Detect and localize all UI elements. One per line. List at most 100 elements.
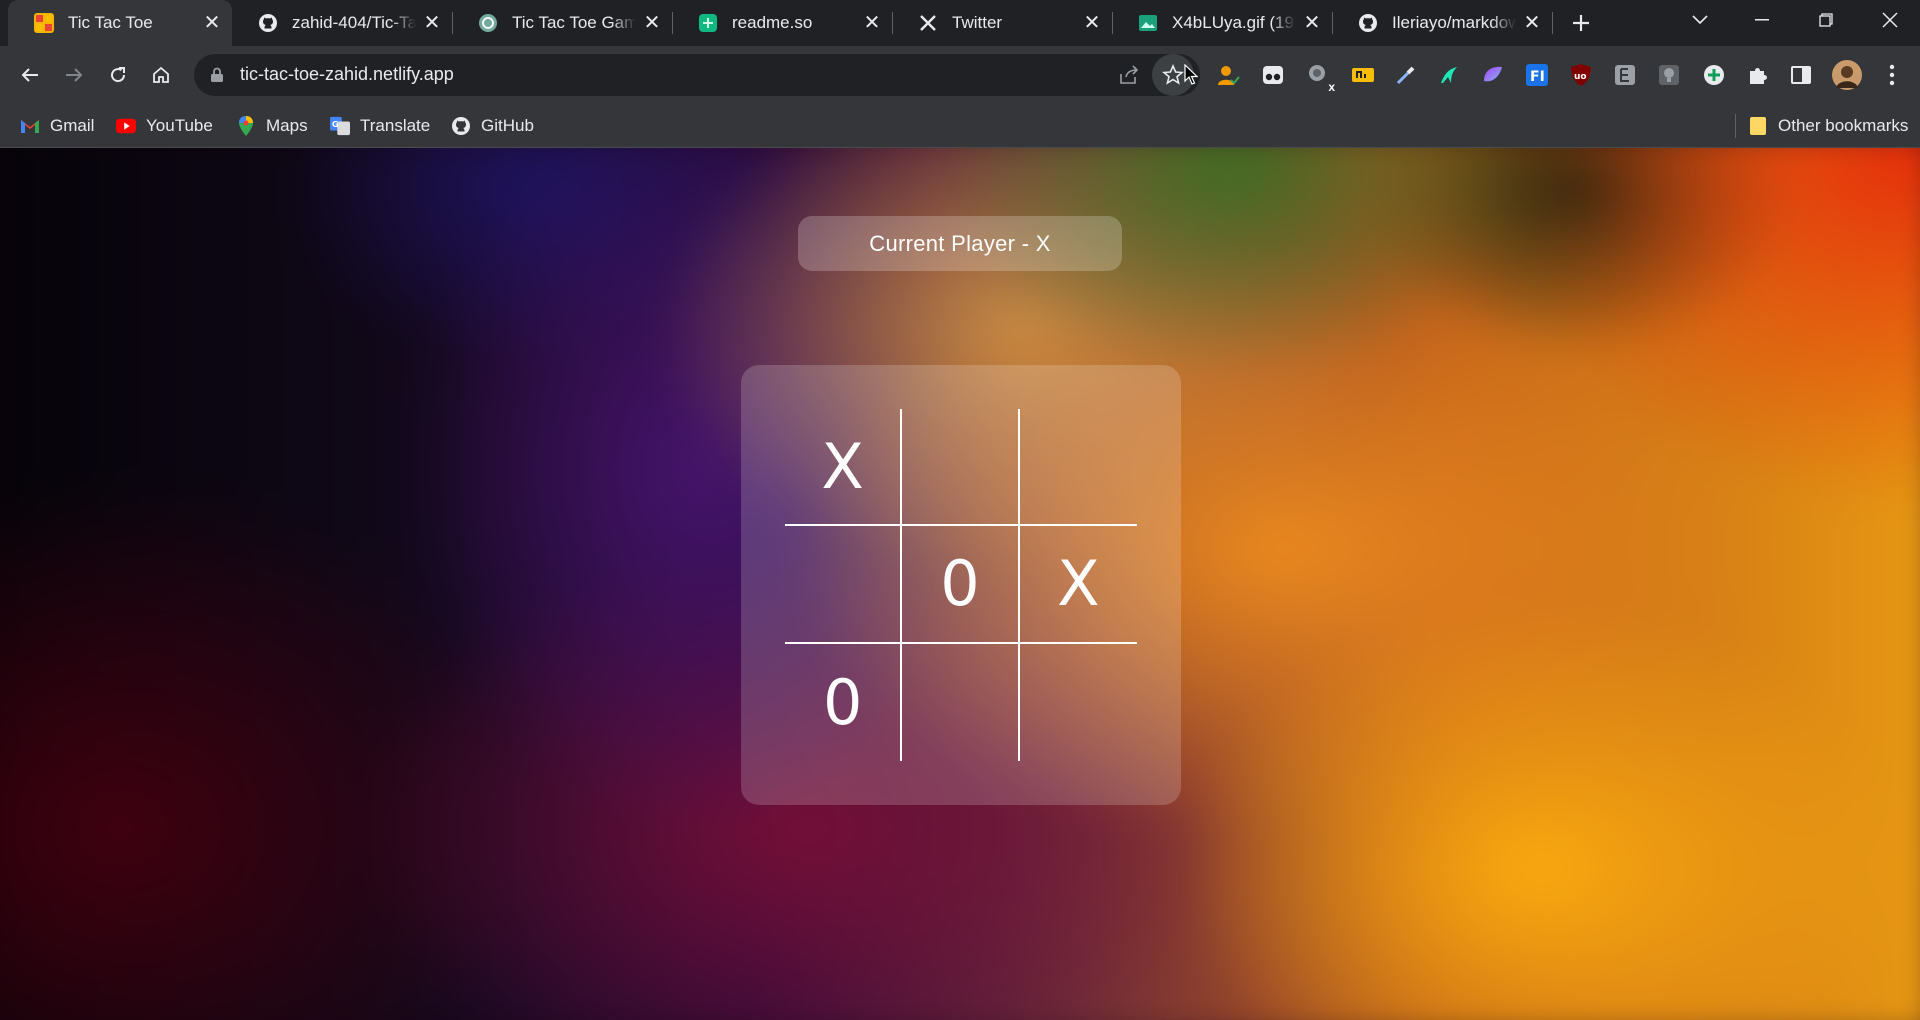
tab-strip: Tic Tac Toe ✕ zahid-404/Tic-Tac-Toe ✕ Ti…: [0, 0, 1920, 46]
close-tab-icon[interactable]: ✕: [862, 13, 882, 33]
home-button[interactable]: [143, 57, 179, 93]
back-button[interactable]: [12, 57, 48, 93]
restore-icon: [1819, 13, 1833, 27]
github-icon: [258, 13, 278, 33]
gmail-icon: [20, 116, 40, 136]
close-window-button[interactable]: [1864, 0, 1916, 40]
tab-readme[interactable]: readme.so ✕: [672, 0, 892, 46]
board-cell-8[interactable]: [902, 643, 1020, 761]
url-text: tic-tac-toe-zahid.netlify.app: [240, 64, 454, 84]
bookmark-github[interactable]: GitHub: [451, 114, 534, 138]
reload-icon: [111, 67, 126, 83]
side-panel-icon[interactable]: [1788, 62, 1814, 88]
eyedropper-extension-icon[interactable]: [1393, 62, 1419, 88]
tictactoe-favicon: [34, 13, 54, 33]
other-bookmarks-label: Other bookmarks: [1778, 116, 1909, 135]
bookmarks-divider: [1735, 114, 1736, 138]
tab-tic-tac-toe[interactable]: Tic Tac Toe ✕: [8, 0, 232, 46]
page-viewport: Current Player - X X 0 X 0: [0, 148, 1920, 1020]
new-tab-button[interactable]: [1566, 8, 1596, 38]
share-icon[interactable]: [1118, 65, 1140, 90]
home-icon: [153, 66, 169, 83]
lock-icon: [210, 67, 224, 88]
fi-extension-icon[interactable]: FI: [1524, 62, 1550, 88]
current-player-status: Current Player - X: [798, 216, 1122, 271]
board-cell-1[interactable]: X: [785, 409, 903, 527]
hn-extension-icon[interactable]: [1350, 62, 1376, 88]
plus-circle-extension-icon[interactable]: [1701, 62, 1727, 88]
bookmark-translate[interactable]: G Translate: [330, 114, 430, 138]
address-bar[interactable]: tic-tac-toe-zahid.netlify.app: [194, 54, 1200, 96]
tab-title: Ileriayo/markdown: [1392, 13, 1516, 32]
readme-icon: [698, 13, 718, 33]
forward-button[interactable]: [56, 57, 92, 93]
board-cell-7[interactable]: 0: [785, 643, 903, 761]
tab-gif-image[interactable]: X4bLUya.gif (1920 ✕: [1112, 0, 1332, 46]
spy-extension-icon[interactable]: x: [1305, 62, 1335, 94]
svg-text:uo: uo: [1574, 72, 1587, 82]
arrow-right-icon: [66, 68, 83, 82]
board-cell-2[interactable]: [902, 409, 1020, 527]
close-tab-icon[interactable]: ✕: [202, 13, 222, 33]
board-cell-5[interactable]: 0: [902, 526, 1020, 644]
tab-title: zahid-404/Tic-Tac-Toe: [292, 13, 416, 32]
board-cell-9[interactable]: [1020, 644, 1137, 761]
translate-icon: G: [330, 116, 350, 136]
ublock-shield-icon[interactable]: uo: [1568, 62, 1594, 88]
close-tab-icon[interactable]: ✕: [1082, 13, 1102, 33]
tab-twitter[interactable]: Twitter ✕: [892, 0, 1112, 46]
minimize-button[interactable]: [1736, 0, 1788, 40]
kebab-menu-icon[interactable]: [1879, 62, 1905, 88]
tab-github-repo[interactable]: zahid-404/Tic-Tac-Toe ✕: [232, 0, 452, 46]
bookmark-label: Gmail: [50, 116, 95, 135]
lightbulb-extension-icon[interactable]: [1656, 62, 1682, 88]
game-board-card: X 0 X 0: [741, 365, 1181, 805]
folder-icon: [1748, 116, 1768, 136]
browser-toolbar: tic-tac-toe-zahid.netlify.app x FI uo: [0, 46, 1920, 104]
star-icon: [1162, 64, 1184, 85]
board-cell-6[interactable]: X: [1019, 526, 1137, 644]
profile-extension-icon[interactable]: [1215, 62, 1241, 88]
tab-title: readme.so: [732, 13, 813, 32]
bird-extension-icon[interactable]: [1436, 62, 1462, 88]
tab-markdown-repo[interactable]: Ileriayo/markdown ✕: [1332, 0, 1552, 46]
svg-text:FI: FI: [1530, 69, 1545, 85]
tab-title: Twitter: [952, 13, 1003, 32]
puzzle-extensions-icon[interactable]: [1745, 62, 1771, 88]
image-icon: [1138, 13, 1158, 33]
bookmark-gmail[interactable]: Gmail: [20, 114, 94, 138]
tab-search-button[interactable]: [1674, 0, 1726, 40]
maps-icon: [236, 116, 256, 136]
bookmark-youtube[interactable]: YouTube: [116, 114, 213, 138]
restore-button[interactable]: [1800, 0, 1852, 40]
svg-text:G: G: [332, 119, 339, 129]
youtube-icon: [116, 116, 136, 136]
tab-title: X4bLUya.gif (1920: [1172, 13, 1296, 32]
close-tab-icon[interactable]: ✕: [1302, 13, 1322, 33]
reload-button[interactable]: [100, 57, 136, 93]
avatar[interactable]: [1832, 60, 1862, 90]
gradient-extension-icon[interactable]: [1480, 62, 1506, 88]
chevron-down-icon: [1692, 15, 1708, 25]
bookmark-maps[interactable]: Maps: [236, 114, 308, 138]
plus-icon: [1573, 15, 1589, 31]
bookmarks-bar: Gmail YouTube Maps G Translate GitHub Ot…: [0, 104, 1920, 148]
close-tab-icon[interactable]: ✕: [1522, 13, 1542, 33]
tab-title: Tic Tac Toe: [68, 13, 153, 32]
bookmark-label: Maps: [266, 116, 308, 135]
minimize-icon: [1755, 19, 1769, 21]
x-icon: [918, 13, 938, 33]
arrow-left-icon: [21, 68, 38, 82]
close-tab-icon[interactable]: ✕: [642, 13, 662, 33]
tab-chatgpt[interactable]: Tic Tac Toe Game. ✕: [452, 0, 672, 46]
close-icon: [1882, 12, 1898, 28]
board-cell-3[interactable]: [1019, 409, 1137, 527]
reader-extension-icon[interactable]: [1612, 62, 1638, 88]
bookmark-label: Translate: [360, 116, 431, 135]
chatgpt-icon: [478, 13, 498, 33]
close-tab-icon[interactable]: ✕: [422, 13, 442, 33]
other-bookmarks[interactable]: Other bookmarks: [1748, 114, 1908, 138]
board-cell-4[interactable]: [785, 526, 903, 644]
mouse-cursor-icon: [1184, 64, 1198, 85]
glasses-extension-icon[interactable]: [1260, 62, 1286, 88]
